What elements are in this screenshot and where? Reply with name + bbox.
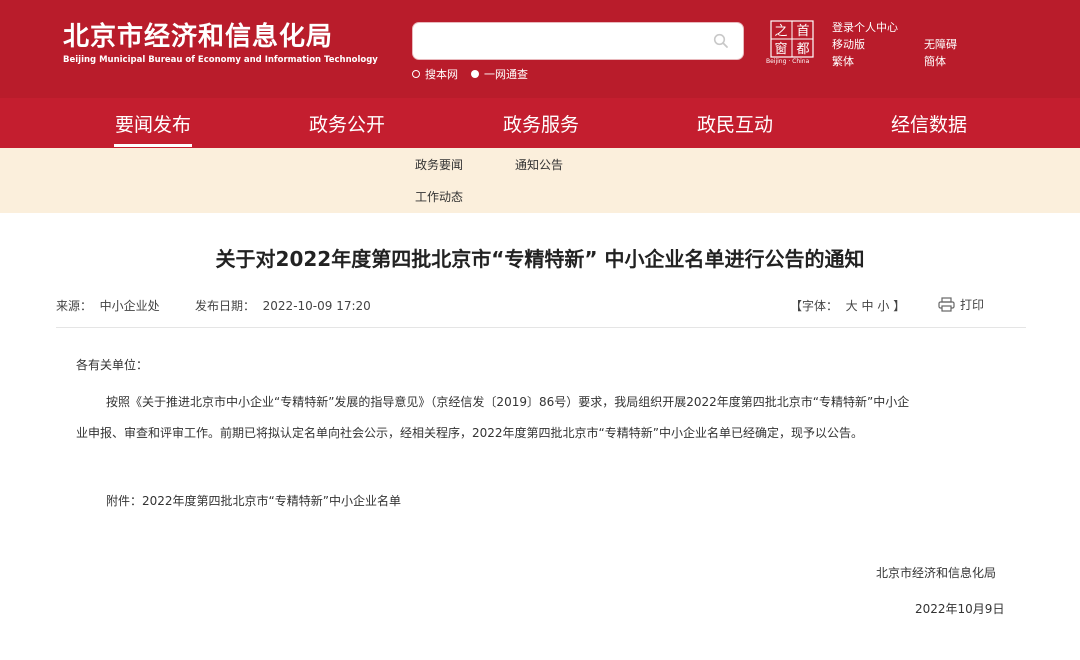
site-header: 北京市经济和信息化局 Beijing Municipal Bureau of E… xyxy=(0,0,1080,98)
emblem-char-2: 首 xyxy=(796,24,809,39)
nav-item-news-release[interactable]: 要闻发布 xyxy=(114,110,192,137)
subnav-item-notices[interactable]: 通知公告 xyxy=(515,156,563,173)
nav-item-government-services[interactable]: 政务服务 xyxy=(502,110,580,137)
font-size-small-link[interactable]: 小 xyxy=(877,299,889,313)
search-input[interactable] xyxy=(423,30,703,54)
source-value: 中小企业处 xyxy=(99,299,160,313)
font-size-selector: 【字体： 大 中 小 】 xyxy=(790,297,905,314)
traditional-chinese-link[interactable]: 繁体 xyxy=(832,53,854,69)
date-value: 2022-10-09 17:20 xyxy=(262,299,371,313)
nav-item-government-affairs-public[interactable]: 政务公开 xyxy=(308,110,386,137)
search-box xyxy=(412,22,744,60)
article-body-line-1: 按照《关于推进北京市中小企业“专精特新”发展的指导意见》（京经信发〔2019〕8… xyxy=(106,395,910,409)
search-scope-all-radio[interactable]: 一网通查 xyxy=(471,66,528,82)
nav-item-public-interaction[interactable]: 政民互动 xyxy=(696,110,774,137)
nav-item-economic-data[interactable]: 经信数据 xyxy=(890,110,968,137)
subnav-item-government-news[interactable]: 政务要闻 xyxy=(415,156,463,173)
site-logo-subtitle: Beijing Municipal Bureau of Economy and … xyxy=(63,55,378,65)
print-button[interactable]: 打印 xyxy=(938,296,984,313)
article-sign-date: 2022年10月9日 xyxy=(915,602,1005,616)
search-scope-site-radio[interactable]: 搜本网 xyxy=(412,66,458,82)
subnav-item-work-updates[interactable]: 工作动态 xyxy=(415,188,463,205)
login-link[interactable]: 登录个人中心 xyxy=(832,19,898,35)
print-label: 打印 xyxy=(960,298,985,312)
meta-divider xyxy=(56,327,1026,328)
search-scope-site-label: 搜本网 xyxy=(425,68,458,81)
printer-icon xyxy=(938,297,955,312)
article-publish-date: 发布日期： 2022-10-09 17:20 xyxy=(195,297,371,314)
radio-unselected-icon xyxy=(412,70,420,78)
simplified-chinese-link[interactable]: 簡体 xyxy=(924,53,946,69)
main-nav: 要闻发布 政务公开 政务服务 政民互动 经信数据 xyxy=(0,98,1080,148)
nav-active-indicator xyxy=(114,144,192,147)
font-size-bracket: 】 xyxy=(893,299,906,313)
font-size-medium-link[interactable]: 中 xyxy=(862,299,874,313)
font-size-large-link[interactable]: 大 xyxy=(846,299,858,313)
search-scope-all-label: 一网通查 xyxy=(484,68,528,81)
accessibility-link[interactable]: 无障碍 xyxy=(924,36,957,52)
sub-nav: 政务要闻 通知公告 工作动态 xyxy=(0,148,1080,213)
emblem-caption: Beijing · China xyxy=(766,58,810,65)
article-signature: 北京市经济和信息化局 xyxy=(876,566,997,580)
article-attachment-link[interactable]: 附件：2022年度第四批北京市“专精特新”中小企业名单 xyxy=(106,492,401,509)
font-size-label: 【字体： xyxy=(790,299,839,313)
article-title: 关于对2022年度第四批北京市“专精特新” 中小企业名单进行公告的通知 xyxy=(215,247,865,271)
site-logo-title[interactable]: 北京市经济和信息化局 xyxy=(63,16,333,53)
date-label: 发布日期： xyxy=(195,299,256,313)
emblem-char-1: 之 xyxy=(774,24,787,39)
emblem-char-4: 都 xyxy=(796,42,809,57)
search-icon[interactable] xyxy=(713,33,729,49)
article-body-line-2: 业申报、审查和评审工作。前期已将拟认定名单向社会公示，经相关程序，2022年度第… xyxy=(76,426,863,440)
article-source: 来源： 中小企业处 xyxy=(56,297,160,314)
mobile-version-link[interactable]: 移动版 xyxy=(832,36,865,52)
source-label: 来源： xyxy=(56,299,93,313)
radio-selected-icon xyxy=(471,70,479,78)
article-salutation: 各有关单位： xyxy=(76,358,149,372)
emblem-char-3: 窗 xyxy=(774,41,787,57)
